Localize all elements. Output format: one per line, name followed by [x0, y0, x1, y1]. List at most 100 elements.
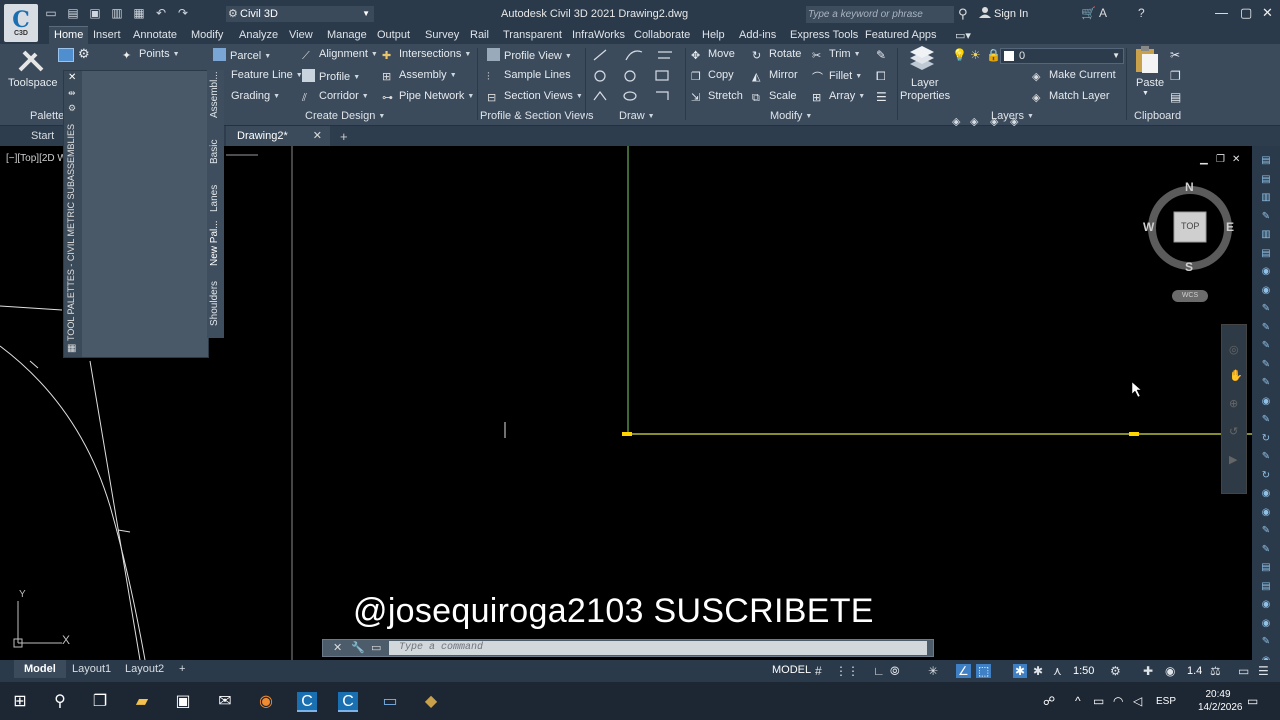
auto-scale-icon[interactable]: ✱ — [1033, 664, 1043, 678]
mail-icon[interactable]: ✉ — [215, 692, 235, 712]
nav-wheel-icon[interactable]: ◎ — [1229, 343, 1239, 356]
ribbon-minimize-icon[interactable]: ▭▾ — [955, 29, 971, 42]
profile-view-button[interactable]: Profile View ▼ — [487, 48, 572, 62]
palette-grid-icon[interactable]: ▦ — [67, 343, 76, 354]
notifications-icon[interactable]: ▭ — [1247, 694, 1258, 708]
palette-tab-4[interactable]: Shoulders — [209, 281, 220, 326]
isodraft-icon[interactable]: ✳ — [928, 664, 938, 678]
store-icon[interactable]: ▣ — [173, 692, 193, 712]
palette-tab-0[interactable]: Assembl... — [209, 71, 220, 118]
ortho-icon[interactable]: ∟ — [873, 664, 885, 678]
palette-tab-3[interactable]: New Pal... — [209, 220, 220, 266]
tool-icon[interactable]: ▤ — [1259, 561, 1273, 575]
copy-button[interactable]: ❐ Copy — [691, 69, 734, 83]
battery-icon[interactable]: ▭ — [1093, 694, 1104, 708]
open-icon[interactable]: ▤ — [66, 6, 80, 20]
tab-survey[interactable]: Survey — [425, 29, 459, 41]
tab-add-ins[interactable]: Add-ins — [739, 29, 776, 41]
tab-insert[interactable]: Insert — [93, 29, 121, 41]
toolspace-toggle-icon[interactable] — [58, 48, 74, 62]
layers-panel-title[interactable]: Layers ▼ — [991, 110, 1034, 122]
sample-lines-button[interactable]: ⫶ Sample Lines — [487, 69, 571, 84]
search-input[interactable]: Type a keyword or phrase — [806, 6, 954, 23]
tab-view[interactable]: View — [289, 29, 313, 41]
tab-output[interactable]: Output — [377, 29, 410, 41]
palette-properties-icon[interactable]: ⚙ — [68, 103, 76, 114]
chrome-icon[interactable]: ◉ — [256, 692, 276, 712]
polar-icon[interactable]: ⦾ — [890, 664, 900, 679]
array-button[interactable]: ⊞ Array ▼ — [812, 90, 865, 104]
search-icon[interactable]: ⚲ — [50, 692, 70, 712]
save-as-icon[interactable]: ▥ — [110, 6, 124, 20]
tool-icon[interactable]: ◉ — [1259, 487, 1273, 501]
clipboard-panel-title[interactable]: Clipboard — [1134, 110, 1181, 122]
create-design-panel-title[interactable]: Create Design ▼ — [305, 110, 385, 122]
wifi-icon[interactable]: ◠ — [1113, 694, 1123, 708]
civil3d-app-icon-2[interactable]: C — [338, 692, 358, 712]
tab-express-tools[interactable]: Express Tools — [790, 29, 858, 41]
tool-icon[interactable]: ▤ — [1259, 173, 1273, 187]
search-icon[interactable]: ⚲ — [958, 6, 968, 22]
tool-icon[interactable]: ▥ — [1259, 228, 1273, 242]
tool-icon[interactable]: ✎ — [1259, 339, 1273, 353]
viewcube-top-face[interactable]: TOP — [1181, 221, 1199, 231]
viewport-restore-icon[interactable]: ❐ — [1216, 154, 1225, 165]
paste-button[interactable]: Paste — [1136, 77, 1164, 89]
workspace-switcher[interactable]: Civil 3D ▼ — [226, 6, 374, 22]
copy-base-icon[interactable]: ▤ — [1170, 90, 1181, 104]
tool-icon[interactable]: ◉ — [1259, 506, 1273, 520]
tab-featured-apps[interactable]: Featured Apps — [865, 29, 937, 41]
new-icon[interactable]: ▭ — [44, 6, 58, 20]
plus-icon[interactable]: ✚ — [1143, 664, 1153, 678]
grading-button[interactable]: Grading ▼ — [231, 90, 280, 102]
command-input[interactable]: Type a command — [389, 641, 927, 655]
command-history-icon[interactable]: ▭ — [371, 641, 381, 654]
tool-icon[interactable]: ◉ — [1259, 265, 1273, 279]
draw-panel-title[interactable]: Draw ▼ — [619, 110, 655, 122]
grid-icon[interactable]: # — [815, 664, 822, 678]
minimize-icon[interactable]: — — [1215, 5, 1228, 20]
tab-annotate[interactable]: Annotate — [133, 29, 177, 41]
tool-icon[interactable]: ↻ — [1259, 432, 1273, 446]
chevron-down-icon[interactable]: ▼ — [1142, 90, 1149, 97]
volume-icon[interactable]: ◁ — [1133, 694, 1142, 708]
compass-east[interactable]: E — [1226, 220, 1234, 234]
civil3d-app-icon[interactable]: C — [297, 692, 317, 712]
modify-panel-title[interactable]: Modify ▼ — [770, 110, 812, 122]
make-current-button[interactable]: ◈ Make Current — [1032, 69, 1116, 83]
bulb-icon[interactable]: 💡 — [952, 48, 967, 62]
showmotion-icon[interactable]: ▶ — [1229, 453, 1237, 466]
compass-west[interactable]: W — [1143, 220, 1154, 234]
add-layout-icon[interactable]: + — [179, 663, 185, 675]
tool-icon[interactable]: ✎ — [1259, 524, 1273, 538]
tool-icon[interactable]: ◉ — [1259, 395, 1273, 409]
wrench-icon[interactable]: 🔧 — [351, 641, 365, 654]
isolate-icon[interactable]: ⚖ — [1210, 664, 1221, 678]
tool-icon[interactable]: ▥ — [1259, 191, 1273, 205]
language-indicator[interactable]: ESP — [1156, 696, 1176, 707]
palette-close-icon[interactable]: ✕ — [68, 72, 76, 83]
tool-icon[interactable]: ✎ — [1259, 321, 1273, 335]
profile-button[interactable]: Profile ▼ — [302, 69, 360, 83]
copy-clip-icon[interactable]: ❐ — [1170, 69, 1181, 83]
app-menu-button[interactable]: C C3D — [4, 4, 38, 42]
tool-icon[interactable]: ✎ — [1259, 543, 1273, 557]
close-tab-icon[interactable]: ✕ — [313, 126, 322, 146]
pipe-network-button[interactable]: ⊶ Pipe Network ▼ — [382, 90, 474, 104]
section-views-button[interactable]: ⊟ Section Views ▼ — [487, 90, 583, 104]
tool-icon[interactable]: ◉ — [1259, 617, 1273, 631]
match-layer-button[interactable]: ◈ Match Layer — [1032, 90, 1110, 104]
redo-icon[interactable]: ↷ — [176, 6, 190, 20]
explode-icon[interactable]: ⧠ — [876, 69, 886, 84]
snap-icon[interactable]: ⋮⋮ — [835, 664, 859, 678]
maximize-icon[interactable]: ▢ — [1240, 5, 1252, 21]
object-snap-tracking-icon[interactable]: ∠ — [956, 664, 971, 678]
windows-start-icon[interactable]: ⊞ — [10, 692, 30, 712]
wcs-menu[interactable]: WCS — [1172, 290, 1208, 302]
customize-icon[interactable]: ☰ — [1258, 664, 1269, 678]
assembly-button[interactable]: ⊞ Assembly ▼ — [382, 69, 457, 83]
viewport-close-icon[interactable]: ✕ — [1232, 154, 1240, 165]
close-icon[interactable]: ✕ — [1262, 5, 1273, 21]
tool-icon[interactable]: ✎ — [1259, 413, 1273, 427]
stretch-button[interactable]: ⇲ Stretch — [691, 90, 743, 104]
